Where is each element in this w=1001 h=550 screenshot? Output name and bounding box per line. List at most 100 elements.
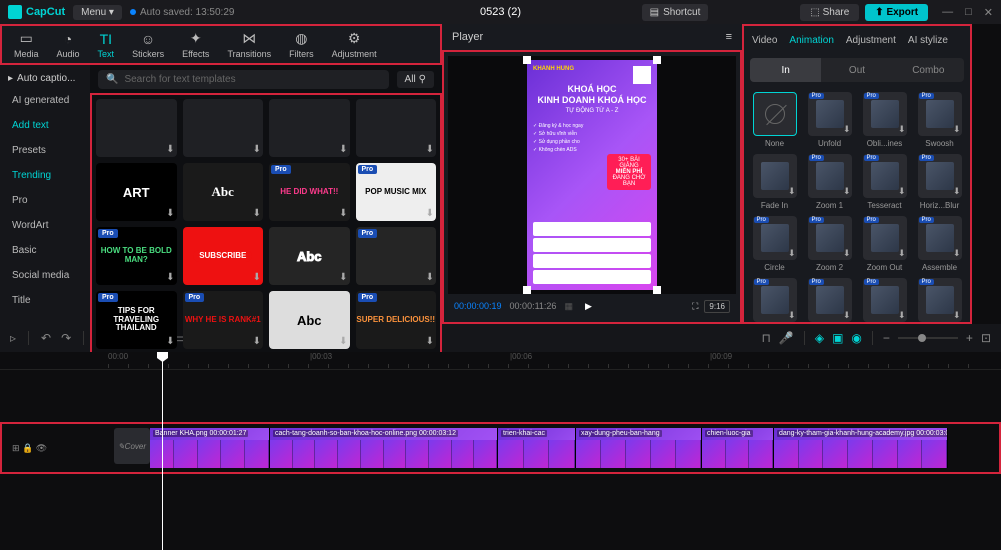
sidebar-item-social-media[interactable]: Social media (0, 263, 90, 288)
track-options-icon[interactable]: ⊞ 🔒 👁 (12, 443, 47, 454)
play-button[interactable]: ▶ (585, 301, 592, 312)
close-icon[interactable]: ✕ (984, 6, 993, 19)
text-template[interactable]: ProWHY HE IS RANK#1⬇ (183, 291, 264, 349)
timeline-clip[interactable]: xay-dung-pheu-ban-hang (576, 428, 702, 468)
mic-icon[interactable]: 🎤 (779, 331, 794, 345)
text-template[interactable]: ProPOP MUSIC MIX⬇ (356, 163, 437, 221)
tool-tab-adjustment[interactable]: ⚙Adjustment (324, 26, 385, 63)
sidebar-item-pro[interactable]: Pro (0, 188, 90, 213)
timeline-clip[interactable]: chien-luoc-gia (702, 428, 774, 468)
preview-frame[interactable]: KHANH HUNG KHOÁ HỌCKINH DOANH KHOÁ HỌC T… (527, 60, 657, 290)
animation-obli-ines[interactable]: Pro⬇Obli...ines (860, 92, 909, 148)
animation-swoosh[interactable]: Pro⬇Swoosh (915, 92, 964, 148)
player-menu-icon[interactable]: ≡ (726, 31, 732, 43)
track-toggle-2[interactable]: ▣ (832, 331, 843, 345)
shortcut-button[interactable]: ▤ Shortcut (642, 4, 709, 21)
resize-handle-bl[interactable] (523, 286, 531, 294)
text-template[interactable]: Abc⬇ (269, 291, 350, 349)
download-icon[interactable]: ⬇ (166, 336, 174, 347)
menu-button[interactable]: Menu ▾ (73, 5, 122, 20)
download-icon[interactable]: ⬇ (339, 208, 347, 219)
timeline-clip[interactable]: Banner KHA.png 00:00:01:27 (150, 428, 270, 468)
right-tab-animation[interactable]: Animation (789, 35, 833, 46)
sub-tab-combo[interactable]: Combo (893, 58, 964, 82)
time-ruler[interactable]: 00:00|00:03|00:06|00:09 (0, 352, 1001, 370)
playhead[interactable] (162, 352, 163, 550)
sidebar-item-basic[interactable]: Basic (0, 238, 90, 263)
text-template[interactable]: ART⬇ (96, 163, 177, 221)
track-toggle-3[interactable]: ◉ (851, 331, 861, 345)
animation-item[interactable]: Pro⬇ (805, 278, 854, 322)
timeline-clip[interactable]: trien-khai-cac (498, 428, 576, 468)
download-icon[interactable]: ⬇ (426, 336, 434, 347)
fit-icon[interactable]: ⊡ (981, 331, 991, 345)
tool-tab-audio[interactable]: ◔Audio (49, 27, 88, 63)
download-icon[interactable]: ⬇ (339, 336, 347, 347)
text-template[interactable]: ProHOW TO BE BOLD MAN?⬇ (96, 227, 177, 285)
animation-item[interactable]: Pro⬇ (915, 278, 964, 322)
track-toggle-1[interactable]: ◈ (815, 331, 824, 345)
grid-icon[interactable]: ▦ (564, 301, 573, 312)
sidebar-item-ai-generated[interactable]: AI generated (0, 88, 90, 113)
download-icon[interactable]: ⬇ (339, 144, 347, 155)
animation-zoom-2[interactable]: Pro⬇Zoom 2 (805, 216, 854, 272)
text-template[interactable]: ⬇ (269, 99, 350, 157)
magnet-icon[interactable]: ⊓ (762, 331, 771, 345)
sub-tab-in[interactable]: In (750, 58, 821, 82)
animation-fade-in[interactable]: ⬇Fade In (750, 154, 799, 210)
minimize-icon[interactable]: — (942, 6, 953, 19)
download-icon[interactable]: ⬇ (166, 208, 174, 219)
animation-item[interactable]: Pro⬇ (860, 278, 909, 322)
text-template[interactable]: ProTIPS FOR TRAVELING THAILAND⬇ (96, 291, 177, 349)
text-template[interactable]: Pro⬇ (356, 227, 437, 285)
resize-handle-tr[interactable] (653, 56, 661, 64)
timeline[interactable]: 00:00|00:03|00:06|00:09 ⊞ 🔒 👁 ✎Cover Ban… (0, 352, 1001, 550)
timeline-clip[interactable]: dang-ky-tham-gia-khanh-hung-academy.jpg … (774, 428, 948, 468)
text-template[interactable]: ProHE DID WHAT!!⬇ (269, 163, 350, 221)
animation-none[interactable]: None (750, 92, 799, 148)
text-template[interactable]: ⬇ (96, 99, 177, 157)
resize-handle-br[interactable] (653, 286, 661, 294)
text-template[interactable]: ⬇ (183, 99, 264, 157)
animation-zoom-1[interactable]: Pro⬇Zoom 1 (805, 154, 854, 210)
animation-item[interactable]: Pro⬇ (750, 278, 799, 322)
export-button[interactable]: ⬆ Export (865, 4, 928, 21)
filter-all-button[interactable]: All ⚲ (397, 71, 434, 88)
sidebar-item-wordart[interactable]: WordArt (0, 213, 90, 238)
download-icon[interactable]: ⬇ (253, 208, 261, 219)
cover-button[interactable]: ✎Cover (114, 428, 150, 464)
download-icon[interactable]: ⬇ (426, 144, 434, 155)
aspect-ratio[interactable]: 9:16 (704, 300, 730, 313)
animation-circle[interactable]: Pro⬇Circle (750, 216, 799, 272)
sub-tab-out[interactable]: Out (821, 58, 892, 82)
tool-tab-stickers[interactable]: ☺Stickers (124, 27, 172, 63)
undo-icon[interactable]: ↶ (41, 331, 51, 345)
download-icon[interactable]: ⬇ (166, 272, 174, 283)
auto-captions[interactable]: ▸ Auto captio... (0, 69, 90, 88)
sidebar-item-trending[interactable]: Trending (0, 163, 90, 188)
timeline-clip[interactable]: cach-tang-doanh-so-ban-khoa-hoc-online.p… (270, 428, 498, 468)
animation-unfold[interactable]: Pro⬇Unfold (805, 92, 854, 148)
right-tab-ai-stylize[interactable]: AI stylize (908, 35, 948, 46)
text-template[interactable]: ProSUPER DELICIOUS!!⬇ (356, 291, 437, 349)
animation-assemble[interactable]: Pro⬇Assemble (915, 216, 964, 272)
select-tool-icon[interactable]: ▹ (10, 331, 16, 345)
redo-icon[interactable]: ↷ (61, 331, 71, 345)
animation-horiz-blur[interactable]: Pro⬇Horiz...Blur (915, 154, 964, 210)
download-icon[interactable]: ⬇ (253, 336, 261, 347)
animation-tesseract[interactable]: Pro⬇Tesseract (860, 154, 909, 210)
sidebar-item-title[interactable]: Title (0, 288, 90, 313)
fullscreen-icon[interactable]: ⛶ (692, 301, 698, 312)
text-template[interactable]: Abc⬇ (183, 163, 264, 221)
text-template[interactable]: SUBSCRIBE⬇ (183, 227, 264, 285)
download-icon[interactable]: ⬇ (166, 144, 174, 155)
resize-handle-tl[interactable] (523, 56, 531, 64)
text-template[interactable]: ⬇ (356, 99, 437, 157)
download-icon[interactable]: ⬇ (253, 272, 261, 283)
zoom-in-icon[interactable]: + (966, 331, 973, 345)
preview-viewport[interactable]: KHANH HUNG KHOÁ HỌCKINH DOANH KHOÁ HỌC T… (448, 56, 736, 294)
tool-tab-filters[interactable]: ◍Filters (281, 26, 322, 63)
download-icon[interactable]: ⬇ (426, 272, 434, 283)
right-tab-video[interactable]: Video (752, 35, 777, 46)
download-icon[interactable]: ⬇ (426, 208, 434, 219)
